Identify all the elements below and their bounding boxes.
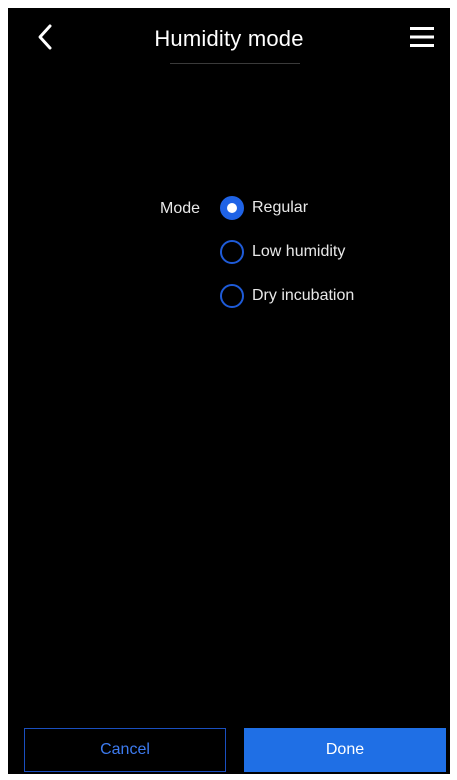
radio-option-low-humidity[interactable]: Low humidity — [220, 238, 345, 266]
menu-button[interactable] — [406, 22, 438, 52]
header: Humidity mode — [8, 8, 450, 70]
radio-label: Dry incubation — [252, 287, 355, 304]
radio-checked-icon[interactable] — [220, 196, 244, 220]
page-title: Humidity mode — [154, 26, 304, 51]
radio-label: Regular — [252, 199, 309, 216]
radio-option-dry-incubation[interactable]: Dry incubation — [220, 282, 354, 310]
title-divider — [170, 63, 300, 64]
radio-unchecked-icon[interactable] — [220, 284, 244, 308]
radio-unchecked-icon[interactable] — [220, 240, 244, 264]
footer: Cancel Done — [8, 714, 450, 774]
hamburger-menu-icon — [410, 27, 434, 47]
radio-label: Low humidity — [252, 243, 346, 260]
mode-label: Mode — [160, 200, 201, 217]
radio-option-regular[interactable]: Regular — [220, 194, 308, 222]
cancel-button[interactable]: Cancel — [24, 728, 226, 772]
app-screen: Humidity mode Mode Regular Low humidity … — [8, 8, 450, 774]
done-button[interactable]: Done — [244, 728, 446, 772]
